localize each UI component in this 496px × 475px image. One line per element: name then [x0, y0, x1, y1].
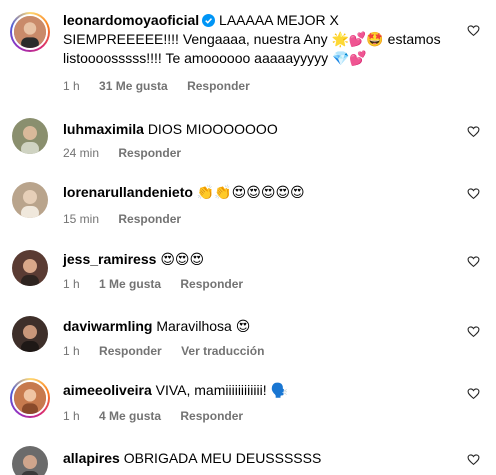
comment-time[interactable]: 1 h — [63, 409, 80, 423]
comment-body: jess_ramiress 😍😍😍 — [63, 250, 456, 269]
reply-button[interactable]: Responder — [118, 146, 181, 160]
heart-outline-icon[interactable] — [467, 24, 480, 37]
comment-body: allapires OBRIGADA MEU DEUSSSSSS — [63, 449, 456, 468]
comment-meta: 15 min Responder — [63, 211, 197, 227]
comment-time[interactable]: 1 h — [63, 277, 80, 291]
avatar[interactable] — [12, 182, 48, 218]
comment-body: aimeeoliveira VIVA, mamiiiiiiiiiiii! 🗣️ — [63, 381, 456, 400]
comment-time[interactable]: 24 min — [63, 146, 99, 160]
heart-outline-icon[interactable] — [467, 255, 480, 268]
heart-outline-icon[interactable] — [467, 187, 480, 200]
comment-text: 👏👏😍😍😍😍😍 — [196, 184, 305, 200]
comment-meta: 1 h Responder Ver traducción — [63, 343, 280, 359]
reply-button[interactable]: Responder — [187, 79, 250, 93]
comment-meta: 1 h 31 Me gusta Responder — [63, 78, 266, 94]
comment-text: OBRIGADA MEU DEUSSSSSS — [123, 450, 322, 466]
comment-likes[interactable]: 1 Me gusta — [99, 277, 161, 291]
heart-outline-icon[interactable] — [467, 453, 480, 466]
reply-button[interactable]: Responder — [118, 212, 181, 226]
heart-outline-icon[interactable] — [467, 125, 480, 138]
heart-outline-icon[interactable] — [467, 325, 480, 338]
see-translation-button[interactable]: Ver traducción — [181, 344, 264, 358]
comment-username[interactable]: leonardomoyaoficial — [63, 12, 199, 28]
comment-username[interactable]: jess_ramiress — [63, 251, 156, 267]
avatar[interactable] — [12, 316, 48, 352]
comment-username[interactable]: daviwarmling — [63, 318, 152, 334]
comment-body: daviwarmling Maravilhosa 😍 — [63, 317, 456, 336]
comment-username[interactable]: allapires — [63, 450, 120, 466]
reply-button[interactable]: Responder — [180, 409, 243, 423]
avatar[interactable] — [12, 118, 48, 154]
comment-body: luhmaximila DIOS MIOOOOOOO — [63, 120, 456, 139]
comment-meta: 24 min Responder — [63, 145, 197, 161]
comment-text: 😍😍😍 — [160, 251, 205, 267]
comment-likes[interactable]: 4 Me gusta — [99, 409, 161, 423]
verified-badge-icon — [202, 14, 216, 27]
avatar[interactable] — [10, 378, 50, 418]
comment-username[interactable]: lorenarullandenieto — [63, 184, 193, 200]
comment-username[interactable]: luhmaximila — [63, 121, 144, 137]
comment-time[interactable]: 1 h — [63, 79, 80, 93]
comment-time[interactable]: 15 min — [63, 212, 99, 226]
comment-text: Maravilhosa 😍 — [156, 318, 251, 334]
comment-body: leonardomoyaoficial LAAAAA MEJOR X SIEMP… — [63, 11, 456, 68]
comment-text: VIVA, mamiiiiiiiiiiii! 🗣️ — [155, 382, 288, 398]
reply-button[interactable]: Responder — [99, 344, 162, 358]
reply-button[interactable]: Responder — [180, 277, 243, 291]
avatar[interactable] — [12, 250, 48, 286]
heart-outline-icon[interactable] — [467, 387, 480, 400]
comments-list: leonardomoyaoficial LAAAAA MEJOR X SIEMP… — [0, 0, 496, 475]
avatar[interactable] — [10, 12, 50, 52]
comment-meta: 1 h 1 Me gusta Responder — [63, 276, 259, 292]
comment-username[interactable]: aimeeoliveira — [63, 382, 152, 398]
comment-time[interactable]: 1 h — [63, 344, 80, 358]
comment-body: lorenarullandenieto 👏👏😍😍😍😍😍 — [63, 183, 456, 202]
comment-meta: 1 h 4 Me gusta Responder — [63, 408, 259, 424]
comment-text: DIOS MIOOOOOOO — [147, 121, 278, 137]
comment-likes[interactable]: 31 Me gusta — [99, 79, 168, 93]
avatar[interactable] — [12, 446, 48, 475]
